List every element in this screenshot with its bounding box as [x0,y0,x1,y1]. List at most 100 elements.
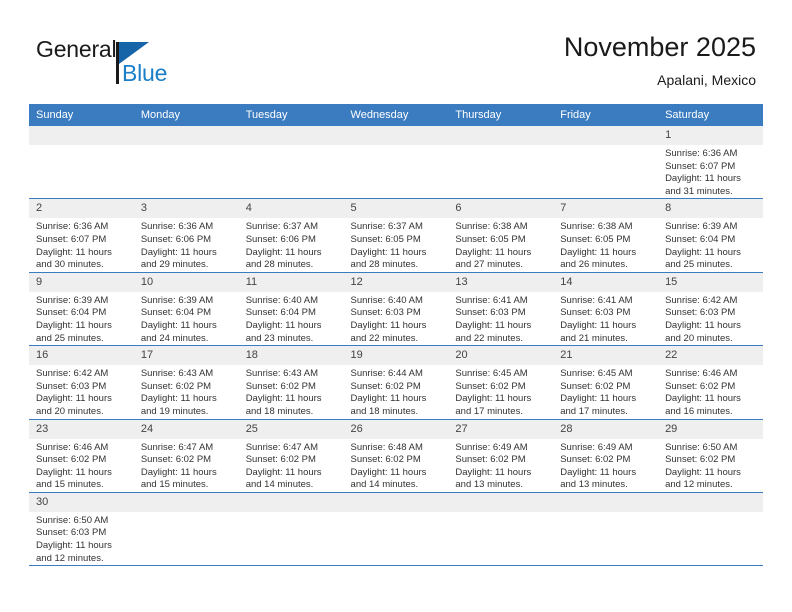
day-sun-info: Sunrise: 6:42 AM Sunset: 6:03 PM Daylight:… [658,292,763,345]
calendar-page: General Blue November 2025 Apalani, Mexi… [0,0,792,612]
day-number [238,492,344,512]
sun-info-daylight1-line: Daylight: 11 hours [350,393,427,405]
calendar-day-cell[interactable]: 22 Sunrise: 6:46 AM Sunset: 6:02 PM Dayligh… [658,345,763,420]
calendar-day-cell[interactable]: 1 Sunrise: 6:36 AM Sunset: 6:07 PM Daylight… [658,126,763,200]
sun-info-daylight1-line: Daylight: 11 hours [560,466,637,478]
sun-info-daylight2-line: and 15 minutes. [36,479,104,491]
day-sun-info: Sunrise: 6:47 AM Sunset: 6:02 PM Daylight:… [134,439,239,492]
sun-info-sunrise-line: Sunrise: 6:40 AM [350,294,423,306]
sun-info-sunset-line: Sunset: 6:05 PM [350,233,421,245]
calendar-day-cell[interactable]: 19 Sunrise: 6:44 AM Sunset: 6:02 PM Dayligh… [343,345,449,420]
calendar-day-cell[interactable]: 16 Sunrise: 6:42 AM Sunset: 6:03 PM Dayligh… [29,345,134,420]
calendar-day-cell[interactable]: 11 Sunrise: 6:40 AM Sunset: 6:04 PM Dayligh… [238,272,344,347]
sun-info-daylight1-line: Daylight: 11 hours [350,466,427,478]
calendar-day-cell[interactable]: 24 Sunrise: 6:47 AM Sunset: 6:02 PM Dayligh… [133,419,239,493]
calendar-day-cell[interactable]: 29 Sunrise: 6:50 AM Sunset: 6:02 PM Dayligh… [658,419,763,493]
calendar-day-cell-empty [343,492,449,567]
sun-info-daylight1-line: Daylight: 11 hours [455,246,532,258]
page-subtitle: Apalani, Mexico [657,72,756,88]
sun-info-sunrise-line: Sunrise: 6:47 AM [140,441,214,453]
day-number [553,492,659,512]
sun-info-sunset-line: Sunset: 6:02 PM [560,380,631,392]
calendar-day-cell[interactable]: 15 Sunrise: 6:42 AM Sunset: 6:03 PM Dayligh… [658,272,763,347]
calendar-day-cell[interactable]: 25 Sunrise: 6:47 AM Sunset: 6:02 PM Dayligh… [238,419,344,493]
day-number: 30 [29,492,134,512]
calendar-day-cell[interactable]: 21 Sunrise: 6:45 AM Sunset: 6:02 PM Dayligh… [553,345,659,420]
sun-info-sunrise-line: Sunrise: 6:38 AM [560,221,633,233]
calendar-day-cell[interactable]: 23 Sunrise: 6:46 AM Sunset: 6:02 PM Dayligh… [29,419,134,493]
calendar-day-cell[interactable]: 10 Sunrise: 6:39 AM Sunset: 6:04 PM Dayligh… [133,272,239,347]
sun-info-daylight1-line: Daylight: 11 hours [36,319,112,331]
sun-info-daylight1-line: Daylight: 11 hours [665,466,741,478]
sun-info-daylight1-line: Daylight: 11 hours [140,246,217,258]
calendar-day-cell-empty [343,126,449,200]
day-sun-info: Sunrise: 6:36 AM Sunset: 6:06 PM Daylight:… [134,218,239,271]
day-sun-info: Sunrise: 6:50 AM Sunset: 6:03 PM Daylight:… [29,512,134,565]
weekday-header-saturday: Saturday [658,104,763,126]
day-number [343,126,449,145]
day-number: 3 [133,199,239,219]
calendar-day-cell[interactable]: 4 Sunrise: 6:37 AM Sunset: 6:06 PM Daylight… [238,198,344,273]
calendar-day-cell[interactable]: 28 Sunrise: 6:49 AM Sunset: 6:02 PM Dayligh… [553,419,659,493]
day-number [343,492,449,512]
sun-info-sunset-line: Sunset: 6:03 PM [36,527,107,539]
day-sun-info: Sunrise: 6:39 AM Sunset: 6:04 PM Daylight:… [134,292,239,345]
sun-info-sunrise-line: Sunrise: 6:39 AM [36,294,109,306]
day-number: 1 [658,126,763,145]
calendar-day-cell[interactable]: 18 Sunrise: 6:43 AM Sunset: 6:02 PM Dayligh… [238,345,344,420]
day-sun-info: Sunrise: 6:46 AM Sunset: 6:02 PM Daylight:… [29,439,134,492]
day-number: 18 [238,346,344,366]
day-sun-info: Sunrise: 6:40 AM Sunset: 6:03 PM Daylight:… [344,292,449,345]
logo-text-blue: Blue [122,60,168,86]
calendar-day-cell[interactable]: 7 Sunrise: 6:38 AM Sunset: 6:05 PM Daylight… [553,198,659,273]
day-number: 24 [133,419,239,439]
sun-info-daylight2-line: and 27 minutes. [455,259,523,271]
calendar-day-cell[interactable]: 26 Sunrise: 6:48 AM Sunset: 6:02 PM Dayligh… [343,419,449,493]
sun-info-daylight2-line: and 30 minutes. [36,259,104,271]
day-number: 21 [553,346,659,366]
day-number: 8 [658,199,763,219]
calendar-day-cell-empty [133,492,239,567]
calendar-day-cell-empty [658,492,763,567]
calendar-day-cell[interactable]: 5 Sunrise: 6:37 AM Sunset: 6:05 PM Daylight… [343,198,449,273]
sun-info-daylight2-line: and 26 minutes. [560,259,628,271]
sun-info-daylight1-line: Daylight: 11 hours [665,393,741,405]
day-sun-info: Sunrise: 6:49 AM Sunset: 6:02 PM Daylight:… [553,439,658,492]
day-number: 16 [29,346,134,366]
day-number: 25 [238,419,344,439]
day-sun-info: Sunrise: 6:44 AM Sunset: 6:02 PM Daylight:… [344,365,449,418]
sun-info-sunrise-line: Sunrise: 6:50 AM [665,441,738,453]
day-sun-info: Sunrise: 6:38 AM Sunset: 6:05 PM Daylight:… [553,218,658,271]
calendar-day-cell-empty [29,126,134,200]
sun-info-sunset-line: Sunset: 6:04 PM [140,307,212,319]
calendar-day-cell[interactable]: 6 Sunrise: 6:38 AM Sunset: 6:05 PM Daylight… [448,198,554,273]
calendar-day-cell[interactable]: 8 Sunrise: 6:39 AM Sunset: 6:04 PM Daylight… [658,198,763,273]
calendar-day-cell[interactable]: 12 Sunrise: 6:40 AM Sunset: 6:03 PM Dayligh… [343,272,449,347]
calendar-day-cell[interactable]: 30 Sunrise: 6:50 AM Sunset: 6:03 PM Dayligh… [29,492,134,567]
sun-info-sunrise-line: Sunrise: 6:36 AM [140,221,214,233]
calendar-day-cell[interactable]: 9 Sunrise: 6:39 AM Sunset: 6:04 PM Daylight… [29,272,134,347]
sun-info-daylight1-line: Daylight: 11 hours [455,393,532,405]
calendar-day-cell[interactable]: 20 Sunrise: 6:45 AM Sunset: 6:02 PM Dayligh… [448,345,554,420]
calendar-day-cell-empty [553,492,659,567]
calendar-day-cell-empty [448,126,554,200]
calendar-day-cell[interactable]: 2 Sunrise: 6:36 AM Sunset: 6:07 PM Daylight… [29,198,134,273]
calendar-day-cell-empty [133,126,239,200]
day-sun-info: Sunrise: 6:47 AM Sunset: 6:02 PM Daylight:… [239,439,344,492]
sun-info-sunrise-line: Sunrise: 6:47 AM [245,441,319,453]
calendar-day-cell[interactable]: 17 Sunrise: 6:43 AM Sunset: 6:02 PM Dayligh… [133,345,239,420]
sun-info-daylight2-line: and 12 minutes. [36,552,104,564]
sun-info-daylight2-line: and 28 minutes. [245,259,314,271]
sun-info-sunset-line: Sunset: 6:04 PM [245,307,316,319]
calendar-day-cell[interactable]: 3 Sunrise: 6:36 AM Sunset: 6:06 PM Daylight… [133,198,239,273]
sun-info-sunset-line: Sunset: 6:05 PM [560,233,631,245]
day-sun-info: Sunrise: 6:36 AM Sunset: 6:07 PM Daylight:… [29,218,134,271]
calendar-day-cell[interactable]: 14 Sunrise: 6:41 AM Sunset: 6:03 PM Dayligh… [553,272,659,347]
weekday-header-thursday: Thursday [448,104,554,126]
day-number [133,126,239,145]
sun-info-daylight1-line: Daylight: 11 hours [665,173,741,185]
calendar-day-cell[interactable]: 27 Sunrise: 6:49 AM Sunset: 6:02 PM Dayligh… [448,419,554,493]
sun-info-sunrise-line: Sunrise: 6:43 AM [245,368,319,380]
day-number: 29 [658,419,763,439]
calendar-day-cell[interactable]: 13 Sunrise: 6:41 AM Sunset: 6:03 PM Dayligh… [448,272,554,347]
